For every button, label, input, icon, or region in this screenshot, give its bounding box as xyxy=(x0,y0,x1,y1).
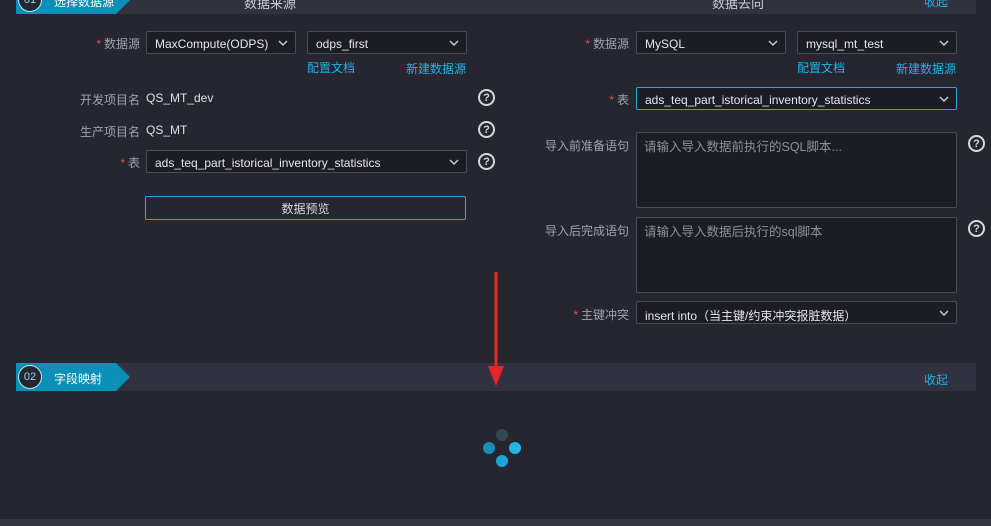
target-datasource-name-select[interactable]: mysql_mt_test xyxy=(797,31,957,54)
target-datasource-type-select[interactable]: MySQL xyxy=(636,31,786,54)
step2-tag: 02 字段映射 xyxy=(16,363,130,391)
source-table-label: * 表 xyxy=(120,156,140,170)
chevron-down-icon xyxy=(278,40,288,47)
conflict-select[interactable]: insert into（当主键/约束冲突报脏数据） xyxy=(636,301,957,324)
question-circle-icon[interactable]: ? xyxy=(968,220,985,237)
chevron-down-icon xyxy=(939,310,949,317)
pre-sql-textarea[interactable]: 请输入导入数据前执行的SQL脚本... xyxy=(636,132,957,208)
step1-tag: 01 选择数据源 xyxy=(16,0,130,14)
red-arrow-annotation xyxy=(488,272,504,386)
question-circle-icon[interactable]: ? xyxy=(478,121,495,138)
step2-collapse-link[interactable]: 收起 xyxy=(924,371,948,388)
target-datasource-label: * 数据源 xyxy=(585,37,629,51)
question-circle-icon[interactable]: ? xyxy=(478,153,495,170)
chevron-down-icon xyxy=(768,40,778,47)
loading-spinner-icon xyxy=(482,428,522,470)
prod-project-value: QS_MT xyxy=(146,123,188,137)
target-new-datasource-link[interactable]: 新建数据源 xyxy=(896,60,956,77)
question-circle-icon[interactable]: ? xyxy=(478,89,495,106)
source-new-datasource-link[interactable]: 新建数据源 xyxy=(406,60,466,77)
chevron-down-icon xyxy=(449,159,459,166)
target-heading: 数据去向 xyxy=(712,0,765,11)
chevron-down-icon xyxy=(939,40,949,47)
step2-title: 字段映射 xyxy=(54,372,103,386)
target-config-doc-link[interactable]: 配置文档 xyxy=(797,59,845,76)
pre-sql-label: 导入前准备语句 xyxy=(544,139,629,153)
source-datasource-type-select[interactable]: MaxCompute(ODPS) xyxy=(146,31,296,54)
post-sql-textarea[interactable]: 请输入导入数据后执行的sql脚本 xyxy=(636,217,957,293)
source-datasource-name-select[interactable]: odps_first xyxy=(307,31,467,54)
prod-project-label: 生产项目名 xyxy=(79,125,140,139)
step1-title: 选择数据源 xyxy=(54,0,115,9)
target-table-select[interactable]: ads_teq_part_istorical_inventory_statist… xyxy=(636,87,957,110)
source-heading: 数据来源 xyxy=(244,0,297,11)
target-table-label: * 表 xyxy=(609,93,629,107)
question-circle-icon[interactable]: ? xyxy=(968,135,985,152)
post-sql-label: 导入后完成语句 xyxy=(544,224,629,238)
data-preview-button[interactable]: 数据预览 xyxy=(145,196,466,220)
conflict-label: * 主键冲突 xyxy=(573,308,629,322)
source-datasource-label: * 数据源 xyxy=(96,37,140,51)
source-config-doc-link[interactable]: 配置文档 xyxy=(307,59,355,76)
bottom-bar xyxy=(0,519,991,526)
step1-number: 01 xyxy=(18,0,42,12)
step1-header: 01 选择数据源 xyxy=(16,0,976,14)
step2-number: 02 xyxy=(18,365,42,389)
chevron-down-icon xyxy=(449,40,459,47)
dev-project-label: 开发项目名 xyxy=(79,93,140,107)
dev-project-value: QS_MT_dev xyxy=(146,91,214,105)
source-table-select[interactable]: ads_teq_part_istorical_inventory_statist… xyxy=(146,150,467,173)
chevron-down-icon xyxy=(939,96,949,103)
step1-collapse-link[interactable]: 收起 xyxy=(924,0,948,10)
